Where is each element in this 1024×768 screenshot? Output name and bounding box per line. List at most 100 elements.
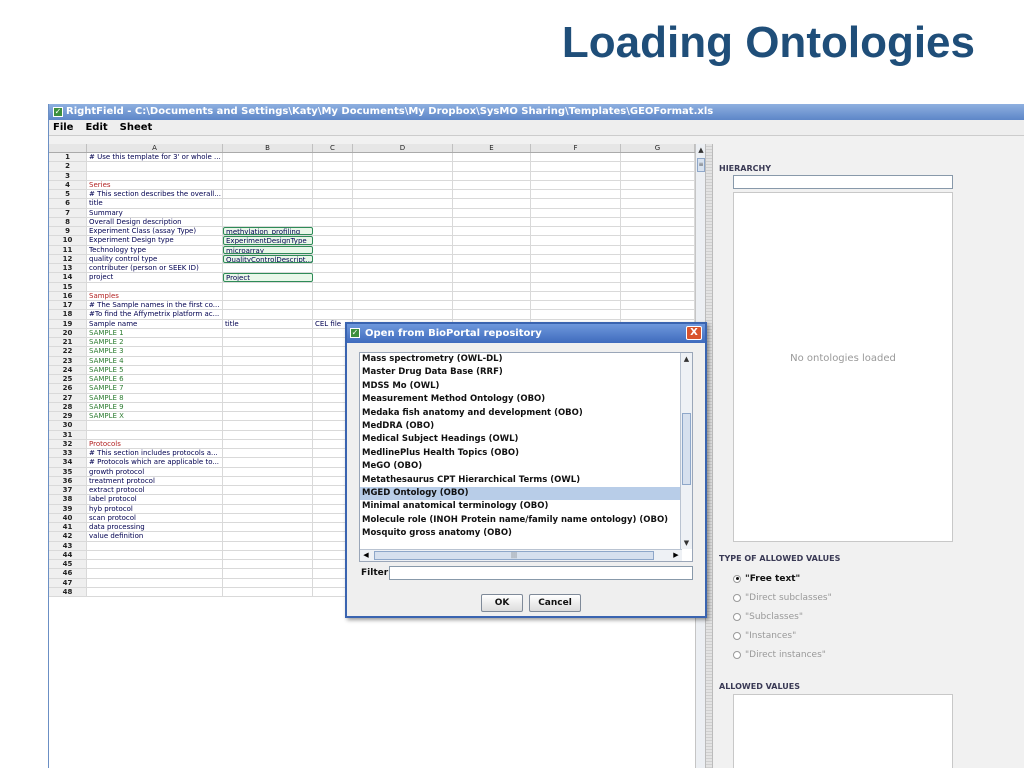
cell-d[interactable] — [353, 162, 453, 171]
cell-b[interactable] — [223, 458, 313, 467]
cell-d[interactable] — [353, 227, 453, 236]
cell-e[interactable] — [453, 217, 531, 226]
cell-b[interactable] — [223, 393, 313, 402]
row-number[interactable]: 28 — [49, 402, 87, 411]
cell-a[interactable]: Summary — [87, 208, 223, 217]
list-hscroll-thumb[interactable]: ||| — [374, 551, 654, 560]
cell-a[interactable] — [87, 560, 223, 569]
row-number[interactable]: 22 — [49, 347, 87, 356]
row-number[interactable]: 36 — [49, 476, 87, 485]
cell-a[interactable]: label protocol — [87, 495, 223, 504]
cell-e[interactable] — [453, 162, 531, 171]
cell-a[interactable] — [87, 578, 223, 587]
cell-f[interactable] — [531, 227, 621, 236]
cell-b[interactable]: microarray — [223, 245, 313, 254]
cell-f[interactable] — [531, 208, 621, 217]
row-number[interactable]: 8 — [49, 217, 87, 226]
cell-a[interactable]: SAMPLE 5 — [87, 365, 223, 374]
allowed-values-list[interactable] — [733, 694, 953, 768]
row-number[interactable]: 4 — [49, 180, 87, 189]
list-item[interactable]: Molecule role (INOH Protein name/family … — [360, 514, 692, 527]
ok-button[interactable]: OK — [481, 594, 523, 612]
cell-a[interactable]: Samples — [87, 291, 223, 300]
cell-a[interactable] — [87, 171, 223, 180]
cell-a[interactable]: SAMPLE X — [87, 412, 223, 421]
cell-b[interactable] — [223, 523, 313, 532]
cell-d[interactable] — [353, 273, 453, 282]
cell-d[interactable] — [353, 310, 453, 319]
cell-a[interactable]: SAMPLE 2 — [87, 338, 223, 347]
cell-g[interactable] — [621, 208, 695, 217]
row-number[interactable]: 33 — [49, 449, 87, 458]
cell-b[interactable] — [223, 347, 313, 356]
cell-b[interactable] — [223, 208, 313, 217]
row-number[interactable]: 27 — [49, 393, 87, 402]
cell-g[interactable] — [621, 310, 695, 319]
cell-a[interactable]: Technology type — [87, 245, 223, 254]
list-item[interactable]: MedlinePlus Health Topics (OBO) — [360, 447, 692, 460]
column-header-e[interactable]: E — [453, 144, 531, 152]
row-number[interactable]: 1 — [49, 153, 87, 162]
cell-g[interactable] — [621, 217, 695, 226]
cell-d[interactable] — [353, 291, 453, 300]
list-item[interactable]: Master Drug Data Base (RRF) — [360, 366, 692, 379]
cell-f[interactable] — [531, 282, 621, 291]
cell-a[interactable]: Experiment Design type — [87, 236, 223, 245]
cell-a[interactable] — [87, 421, 223, 430]
list-item[interactable]: Metathesaurus CPT Hierarchical Terms (OW… — [360, 474, 692, 487]
cell-a[interactable]: Protocols — [87, 439, 223, 448]
list-item[interactable]: MeGO (OBO) — [360, 460, 692, 473]
cell-c[interactable] — [313, 180, 353, 189]
cell-b[interactable] — [223, 569, 313, 578]
cell-c[interactable] — [313, 301, 353, 310]
row-number[interactable]: 15 — [49, 282, 87, 291]
cell-b[interactable] — [223, 153, 313, 162]
cell-a[interactable] — [87, 550, 223, 559]
cell-a[interactable] — [87, 162, 223, 171]
cell-b[interactable] — [223, 541, 313, 550]
cell-c[interactable] — [313, 310, 353, 319]
cell-b[interactable] — [223, 402, 313, 411]
cell-f[interactable] — [531, 199, 621, 208]
cell-a[interactable] — [87, 282, 223, 291]
list-item[interactable]: MGED Ontology (OBO) — [360, 486, 692, 501]
cell-c[interactable] — [313, 291, 353, 300]
cell-g[interactable] — [621, 171, 695, 180]
cell-a[interactable]: project — [87, 273, 223, 282]
cell-e[interactable] — [453, 208, 531, 217]
cell-b[interactable] — [223, 449, 313, 458]
cell-c[interactable] — [313, 208, 353, 217]
cell-b[interactable] — [223, 439, 313, 448]
cell-g[interactable] — [621, 245, 695, 254]
cell-g[interactable] — [621, 301, 695, 310]
row-number[interactable]: 17 — [49, 301, 87, 310]
cell-b[interactable] — [223, 532, 313, 541]
list-horizontal-scrollbar[interactable]: ◀ ||| ▶ — [360, 549, 682, 561]
radio-free-text[interactable]: "Free text" — [733, 569, 832, 588]
cell-b[interactable] — [223, 430, 313, 439]
row-number[interactable]: 25 — [49, 375, 87, 384]
cell-b[interactable] — [223, 412, 313, 421]
cell-a[interactable]: Overall Design description — [87, 217, 223, 226]
radio-direct-subclasses[interactable]: "Direct subclasses" — [733, 588, 832, 607]
row-number[interactable]: 46 — [49, 569, 87, 578]
row-number[interactable]: 21 — [49, 338, 87, 347]
list-item[interactable]: Mass spectrometry (OWL-DL) — [360, 353, 692, 366]
row-number[interactable]: 16 — [49, 291, 87, 300]
cell-a[interactable]: # This section includes protocols a... — [87, 449, 223, 458]
row-number[interactable]: 40 — [49, 513, 87, 522]
cell-e[interactable] — [453, 301, 531, 310]
list-item[interactable]: Minimal anatomical terminology (OBO) — [360, 500, 692, 513]
row-number[interactable]: 20 — [49, 328, 87, 337]
cell-a[interactable]: SAMPLE 6 — [87, 375, 223, 384]
cell-b[interactable] — [223, 560, 313, 569]
row-number[interactable]: 48 — [49, 587, 87, 596]
cell-a[interactable]: # Protocols which are applicable to... — [87, 458, 223, 467]
cell-b[interactable] — [223, 356, 313, 365]
cell-a[interactable]: growth protocol — [87, 467, 223, 476]
cell-a[interactable]: scan protocol — [87, 513, 223, 522]
radio-subclasses[interactable]: "Subclasses" — [733, 607, 832, 626]
cell-d[interactable] — [353, 171, 453, 180]
cell-g[interactable] — [621, 236, 695, 245]
column-header-g[interactable]: G — [621, 144, 695, 152]
